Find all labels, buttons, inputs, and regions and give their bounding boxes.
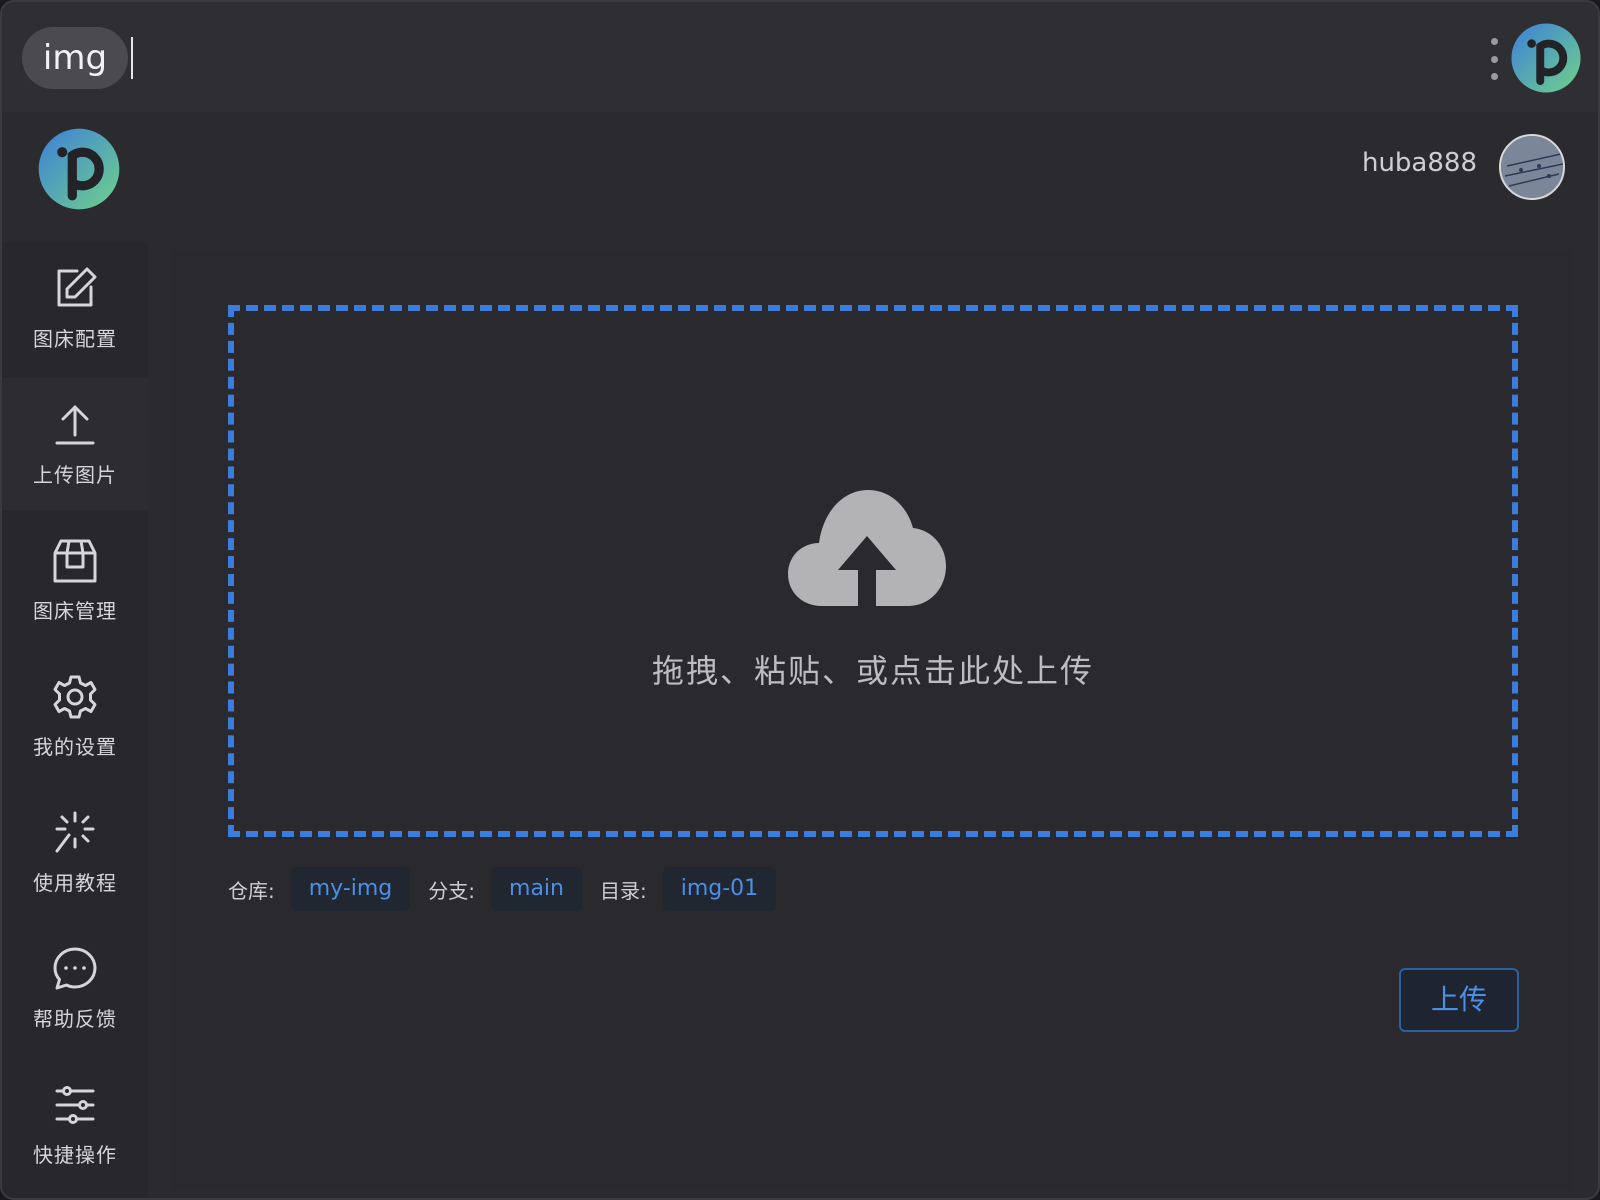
gear-icon <box>53 675 97 718</box>
sidebar-item-label: 我的设置 <box>33 734 117 759</box>
upload-target-info: 仓库: my-img 分支: main 目录: img-01 <box>228 866 794 912</box>
text-caret <box>131 37 133 79</box>
edit-icon <box>57 267 97 306</box>
sidebar: 图床配置 上传图片 图床管理 我的设置 使用教程 帮助反馈 快捷操作 <box>2 242 148 1198</box>
sidebar-item-label: 帮助反馈 <box>33 1006 117 1031</box>
sidebar-item-label: 图床配置 <box>33 326 117 351</box>
upload-panel: 拖拽、粘贴、或点击此处上传 仓库: my-img 分支: main 目录: im… <box>172 250 1572 1190</box>
sidebar-item-upload-image[interactable]: 上传图片 <box>2 378 148 510</box>
branch-label: 分支: <box>428 878 476 903</box>
sidebar-item-label: 上传图片 <box>33 462 117 487</box>
search-input[interactable] <box>138 27 1438 89</box>
app-logo-icon[interactable] <box>1510 22 1582 94</box>
sidebar-item-help-feedback[interactable]: 帮助反馈 <box>2 922 148 1054</box>
app-header: huba888 <box>2 112 1598 222</box>
upload-dropzone[interactable]: 拖拽、粘贴、或点击此处上传 <box>228 305 1518 837</box>
upload-icon <box>55 405 95 444</box>
sidebar-item-tutorial[interactable]: 使用教程 <box>2 786 148 918</box>
box-icon <box>53 539 97 582</box>
search-keyword-chip[interactable]: img <box>22 27 128 89</box>
username: huba888 <box>1361 148 1477 178</box>
brand-logo-icon <box>38 128 120 210</box>
sidebar-item-label: 使用教程 <box>33 870 117 895</box>
sidebar-item-quick-actions[interactable]: 快捷操作 <box>2 1058 148 1190</box>
repo-label: 仓库: <box>228 878 275 903</box>
upload-button[interactable]: 上传 <box>1399 968 1519 1032</box>
sidebar-item-label: 图床管理 <box>33 598 117 623</box>
directory-tag[interactable]: img-01 <box>662 867 777 911</box>
chat-icon <box>53 947 97 989</box>
app-window: img huba888 图床配置 上传图片 图床管理 我的设置 使用教程 帮助反… <box>0 0 1600 1200</box>
avatar[interactable] <box>1499 134 1565 200</box>
sliders-icon <box>55 1085 95 1124</box>
branch-tag[interactable]: main <box>491 867 582 911</box>
cloud-upload-icon <box>788 490 946 606</box>
search-bar: img <box>2 2 1598 112</box>
more-options-icon[interactable] <box>1489 38 1499 80</box>
sparkle-icon <box>55 811 95 852</box>
sidebar-item-label: 快捷操作 <box>33 1142 117 1167</box>
sidebar-item-image-host-manage[interactable]: 图床管理 <box>2 514 148 646</box>
directory-label: 目录: <box>599 878 647 903</box>
dropzone-instruction: 拖拽、粘贴、或点击此处上传 <box>651 652 1094 690</box>
repo-tag[interactable]: my-img <box>290 867 411 911</box>
sidebar-item-image-host-config[interactable]: 图床配置 <box>2 242 148 374</box>
sidebar-item-my-settings[interactable]: 我的设置 <box>2 650 148 782</box>
